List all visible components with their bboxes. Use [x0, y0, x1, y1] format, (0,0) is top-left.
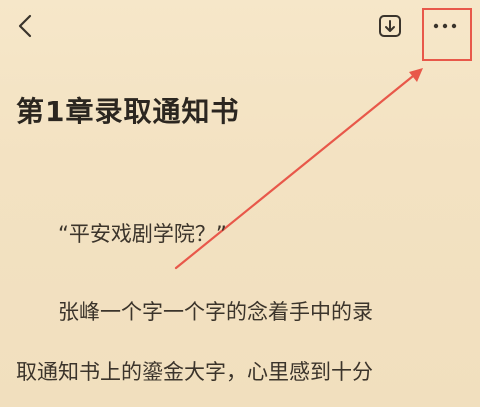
chevron-left-icon: [18, 14, 32, 38]
paragraph-quote: “平安戏剧学院？”: [58, 222, 227, 246]
back-button[interactable]: [12, 12, 40, 40]
paragraph-line: 张峰一个字一个字的念着手中的录: [58, 300, 373, 324]
annotation-arrow: [174, 68, 423, 270]
download-icon: [379, 15, 401, 37]
annotation-highlight-box: [422, 8, 472, 61]
paragraph-line: 取通知书上的鎏金大字，心里感到十分: [16, 360, 373, 384]
chapter-title: 第1章录取通知书: [16, 95, 240, 128]
reader-toolbar: [0, 0, 480, 60]
download-button[interactable]: [376, 12, 404, 40]
